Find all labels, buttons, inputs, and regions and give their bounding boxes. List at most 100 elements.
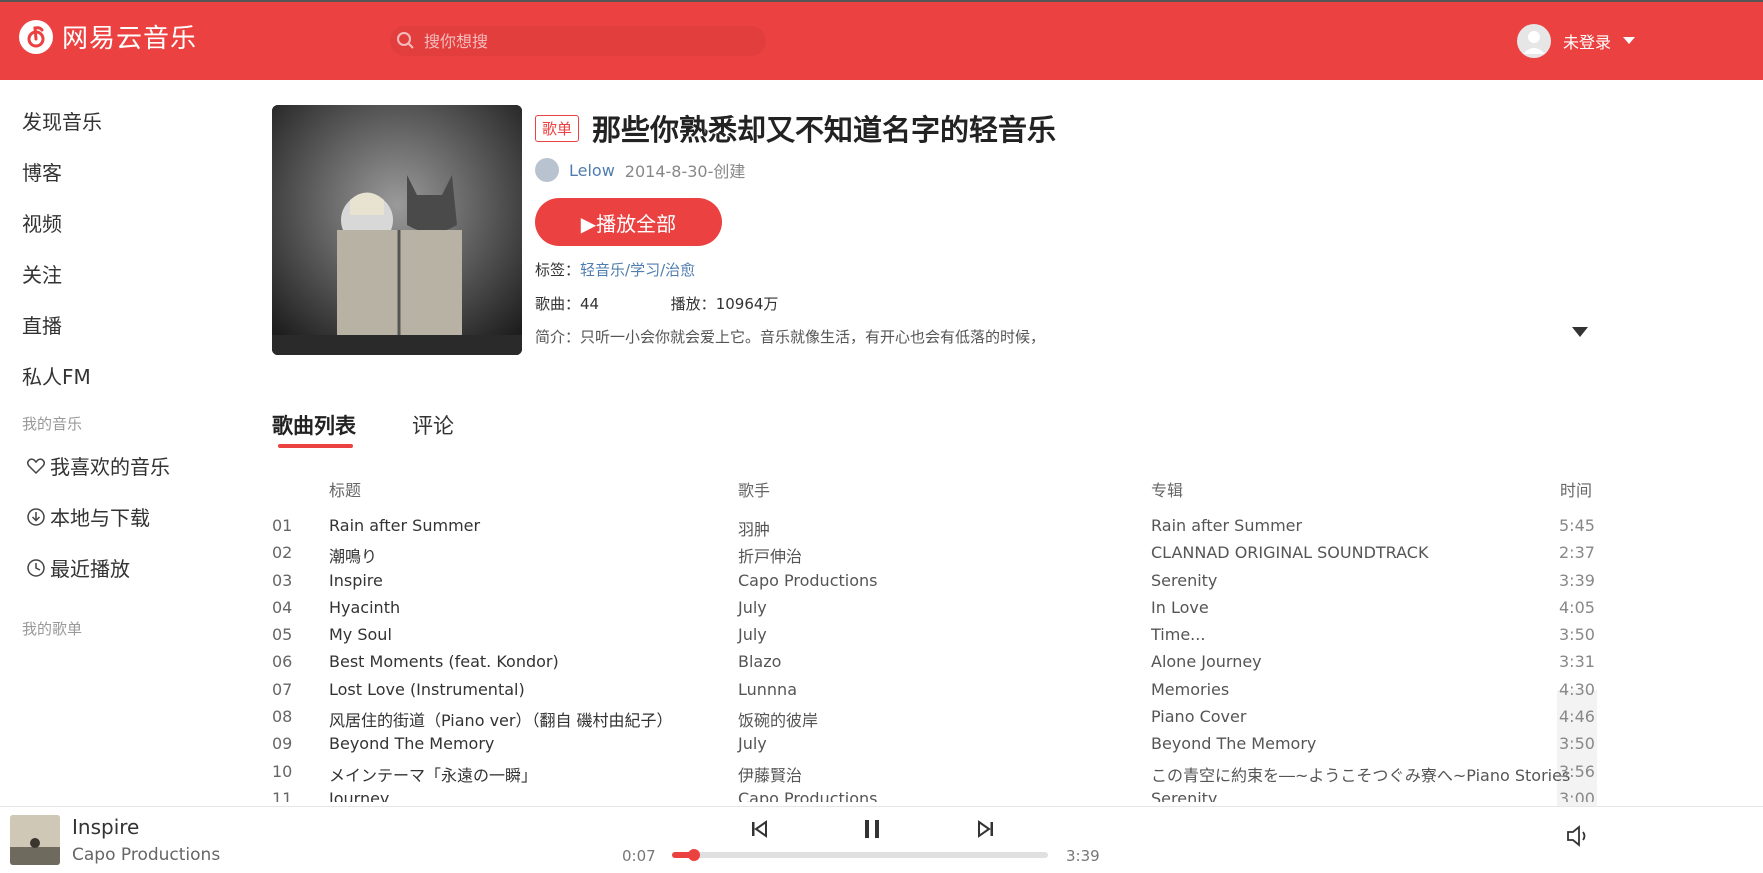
- user-menu[interactable]: 未登录: [1517, 24, 1636, 58]
- row-album[interactable]: Rain after Summer: [1151, 516, 1302, 535]
- now-playing-title[interactable]: Inspire: [72, 815, 139, 839]
- row-album[interactable]: CLANNAD ORIGINAL SOUNDTRACK: [1151, 543, 1428, 562]
- now-playing-artist[interactable]: Capo Productions: [72, 845, 220, 865]
- row-index: 11: [272, 788, 293, 802]
- sidebar-item-discover[interactable]: 发现音乐: [22, 106, 102, 135]
- row-index: 02: [272, 543, 293, 563]
- row-artist[interactable]: 羽肿: [738, 516, 770, 540]
- tags-line: 标签：轻音乐/学习/治愈: [535, 259, 695, 280]
- row-artist[interactable]: Capo Productions: [738, 789, 877, 802]
- row-album[interactable]: Memories: [1151, 680, 1229, 699]
- row-title[interactable]: メインテーマ「永遠の一瞬」: [329, 762, 537, 786]
- column-header-duration: 时间: [1560, 481, 1593, 500]
- row-artist[interactable]: July: [738, 625, 767, 644]
- row-album[interactable]: Time...: [1151, 625, 1205, 644]
- row-artist[interactable]: Lunnna: [738, 680, 797, 699]
- table-row[interactable]: 04 Hyacinth July In Love 4:05: [272, 594, 1602, 621]
- sidebar-item-label: 最近播放: [50, 557, 130, 581]
- row-album[interactable]: Piano Cover: [1151, 707, 1246, 726]
- row-duration: 3:31: [1559, 652, 1595, 672]
- table-row[interactable]: 09 Beyond The Memory July Beyond The Memory…: [272, 730, 1602, 757]
- row-index: 01: [272, 516, 293, 535]
- expand-description-icon[interactable]: [1572, 327, 1588, 337]
- volume-icon[interactable]: [1565, 823, 1591, 849]
- progress-bar[interactable]: [672, 849, 1048, 861]
- creator-name[interactable]: Lelow: [569, 161, 615, 180]
- sidebar-item-fm[interactable]: 私人FM: [22, 361, 91, 390]
- my-playlists-section-title: 我的歌单: [22, 620, 83, 638]
- app-logo[interactable]: 网易云音乐: [18, 18, 197, 55]
- stats-line: 歌曲：44 播放：10964万: [535, 293, 778, 314]
- cover-image: [272, 105, 522, 355]
- sidebar-item-recent[interactable]: 最近播放: [26, 553, 130, 582]
- row-artist[interactable]: July: [738, 734, 767, 753]
- table-row[interactable]: 05 My Soul July Time... 3:50: [272, 621, 1602, 648]
- plays-label: 播放：: [670, 295, 716, 313]
- next-track-icon[interactable]: [975, 817, 995, 841]
- table-row[interactable]: 07 Lost Love (Instrumental) Lunnna Memories…: [272, 676, 1602, 703]
- row-artist[interactable]: July: [738, 598, 767, 617]
- row-title[interactable]: My Soul: [329, 625, 392, 644]
- player-bar: Inspire Capo Productions 0:07 3:39: [0, 806, 1763, 873]
- row-title[interactable]: Best Moments (feat. Kondor): [329, 652, 559, 671]
- row-index: 08: [272, 707, 293, 727]
- sidebar-item-local-download[interactable]: 本地与下载: [26, 502, 150, 531]
- table-row[interactable]: 03 Inspire Capo Productions Serenity 3:39: [272, 567, 1602, 594]
- active-tab-indicator: [278, 444, 353, 448]
- table-row[interactable]: 06 Best Moments (feat. Kondor) Blazo Alone …: [272, 648, 1602, 675]
- table-row[interactable]: 10 メインテーマ「永遠の一瞬」 伊藤賢治 この青空に約束を―~ようこそつぐみ寮へ~P…: [272, 758, 1602, 785]
- row-album[interactable]: Serenity: [1151, 789, 1217, 802]
- column-header-artist: 歌手: [738, 481, 771, 500]
- row-album[interactable]: Alone Journey: [1151, 652, 1262, 671]
- creator-avatar[interactable]: [535, 158, 559, 182]
- caret-down-icon[interactable]: [1623, 37, 1636, 45]
- row-title[interactable]: Hyacinth: [329, 598, 400, 617]
- playlist-cover: [272, 105, 522, 355]
- table-row[interactable]: 01 Rain after Summer 羽肿 Rain after Summer 5:…: [272, 512, 1602, 539]
- desc-text: 只听一小会你就会爱上它。音乐就像生活，有开心也会有低落的时候，: [580, 328, 1046, 346]
- avatar[interactable]: [1517, 24, 1551, 58]
- creator-info: Lelow 2014-8-30-创建: [535, 158, 745, 182]
- column-header-album: 专辑: [1151, 481, 1184, 500]
- row-artist[interactable]: 伊藤賢治: [738, 762, 802, 786]
- row-title[interactable]: Inspire: [329, 571, 383, 590]
- sidebar-item-video[interactable]: 视频: [22, 208, 62, 237]
- sidebar-item-live[interactable]: 直播: [22, 310, 62, 339]
- search-input[interactable]: [422, 30, 746, 52]
- created-date: 2014-8-30-创建: [624, 162, 746, 181]
- tab-song-list[interactable]: 歌曲列表: [272, 410, 356, 440]
- play-all-button[interactable]: ▶播放全部: [535, 198, 722, 246]
- row-title[interactable]: 潮鳴り: [329, 543, 377, 567]
- sidebar-item-label: 本地与下载: [50, 506, 150, 530]
- row-index: 04: [272, 597, 293, 617]
- row-title[interactable]: Lost Love (Instrumental): [329, 680, 525, 699]
- row-title[interactable]: Rain after Summer: [329, 516, 480, 535]
- row-artist[interactable]: 饭碗的彼岸: [738, 707, 818, 731]
- row-album[interactable]: この青空に約束を―~ようこそつぐみ寮へ~Piano Stories: [1151, 762, 1570, 786]
- table-row[interactable]: 02 潮鳴り 折戸伸治 CLANNAD ORIGINAL SOUNDTRACK 2:37: [272, 539, 1602, 566]
- row-artist[interactable]: Capo Productions: [738, 571, 877, 590]
- login-status[interactable]: 未登录: [1563, 29, 1611, 53]
- desc-label: 简介：: [535, 328, 581, 346]
- previous-track-icon[interactable]: [750, 817, 770, 841]
- tab-comments[interactable]: 评论: [412, 410, 454, 440]
- row-album[interactable]: Serenity: [1151, 571, 1217, 590]
- row-title[interactable]: Beyond The Memory: [329, 734, 494, 753]
- pause-icon[interactable]: [860, 817, 884, 841]
- sidebar-item-podcast[interactable]: 博客: [22, 157, 62, 186]
- heart-icon: [26, 457, 46, 474]
- table-row[interactable]: 11 Journey Capo Productions Serenity 3:00: [272, 785, 1602, 802]
- row-title[interactable]: Journey: [329, 789, 389, 802]
- now-playing-cover[interactable]: [10, 815, 60, 865]
- row-artist[interactable]: Blazo: [738, 652, 781, 671]
- table-row[interactable]: 08 风居住的街道（Piano ver）（翻自 磯村由紀子） 饭碗的彼岸 Piano …: [272, 703, 1602, 730]
- row-title[interactable]: 风居住的街道（Piano ver）（翻自 磯村由紀子）: [329, 707, 673, 731]
- sidebar-item-follow[interactable]: 关注: [22, 259, 62, 288]
- sidebar-item-liked[interactable]: 我喜欢的音乐: [26, 451, 170, 480]
- progress-handle[interactable]: [688, 849, 701, 861]
- search-box[interactable]: [390, 26, 766, 56]
- tags-link[interactable]: 轻音乐/学习/治愈: [580, 261, 695, 279]
- row-artist[interactable]: 折戸伸治: [738, 543, 802, 567]
- row-album[interactable]: In Love: [1151, 598, 1209, 617]
- row-album[interactable]: Beyond The Memory: [1151, 734, 1316, 753]
